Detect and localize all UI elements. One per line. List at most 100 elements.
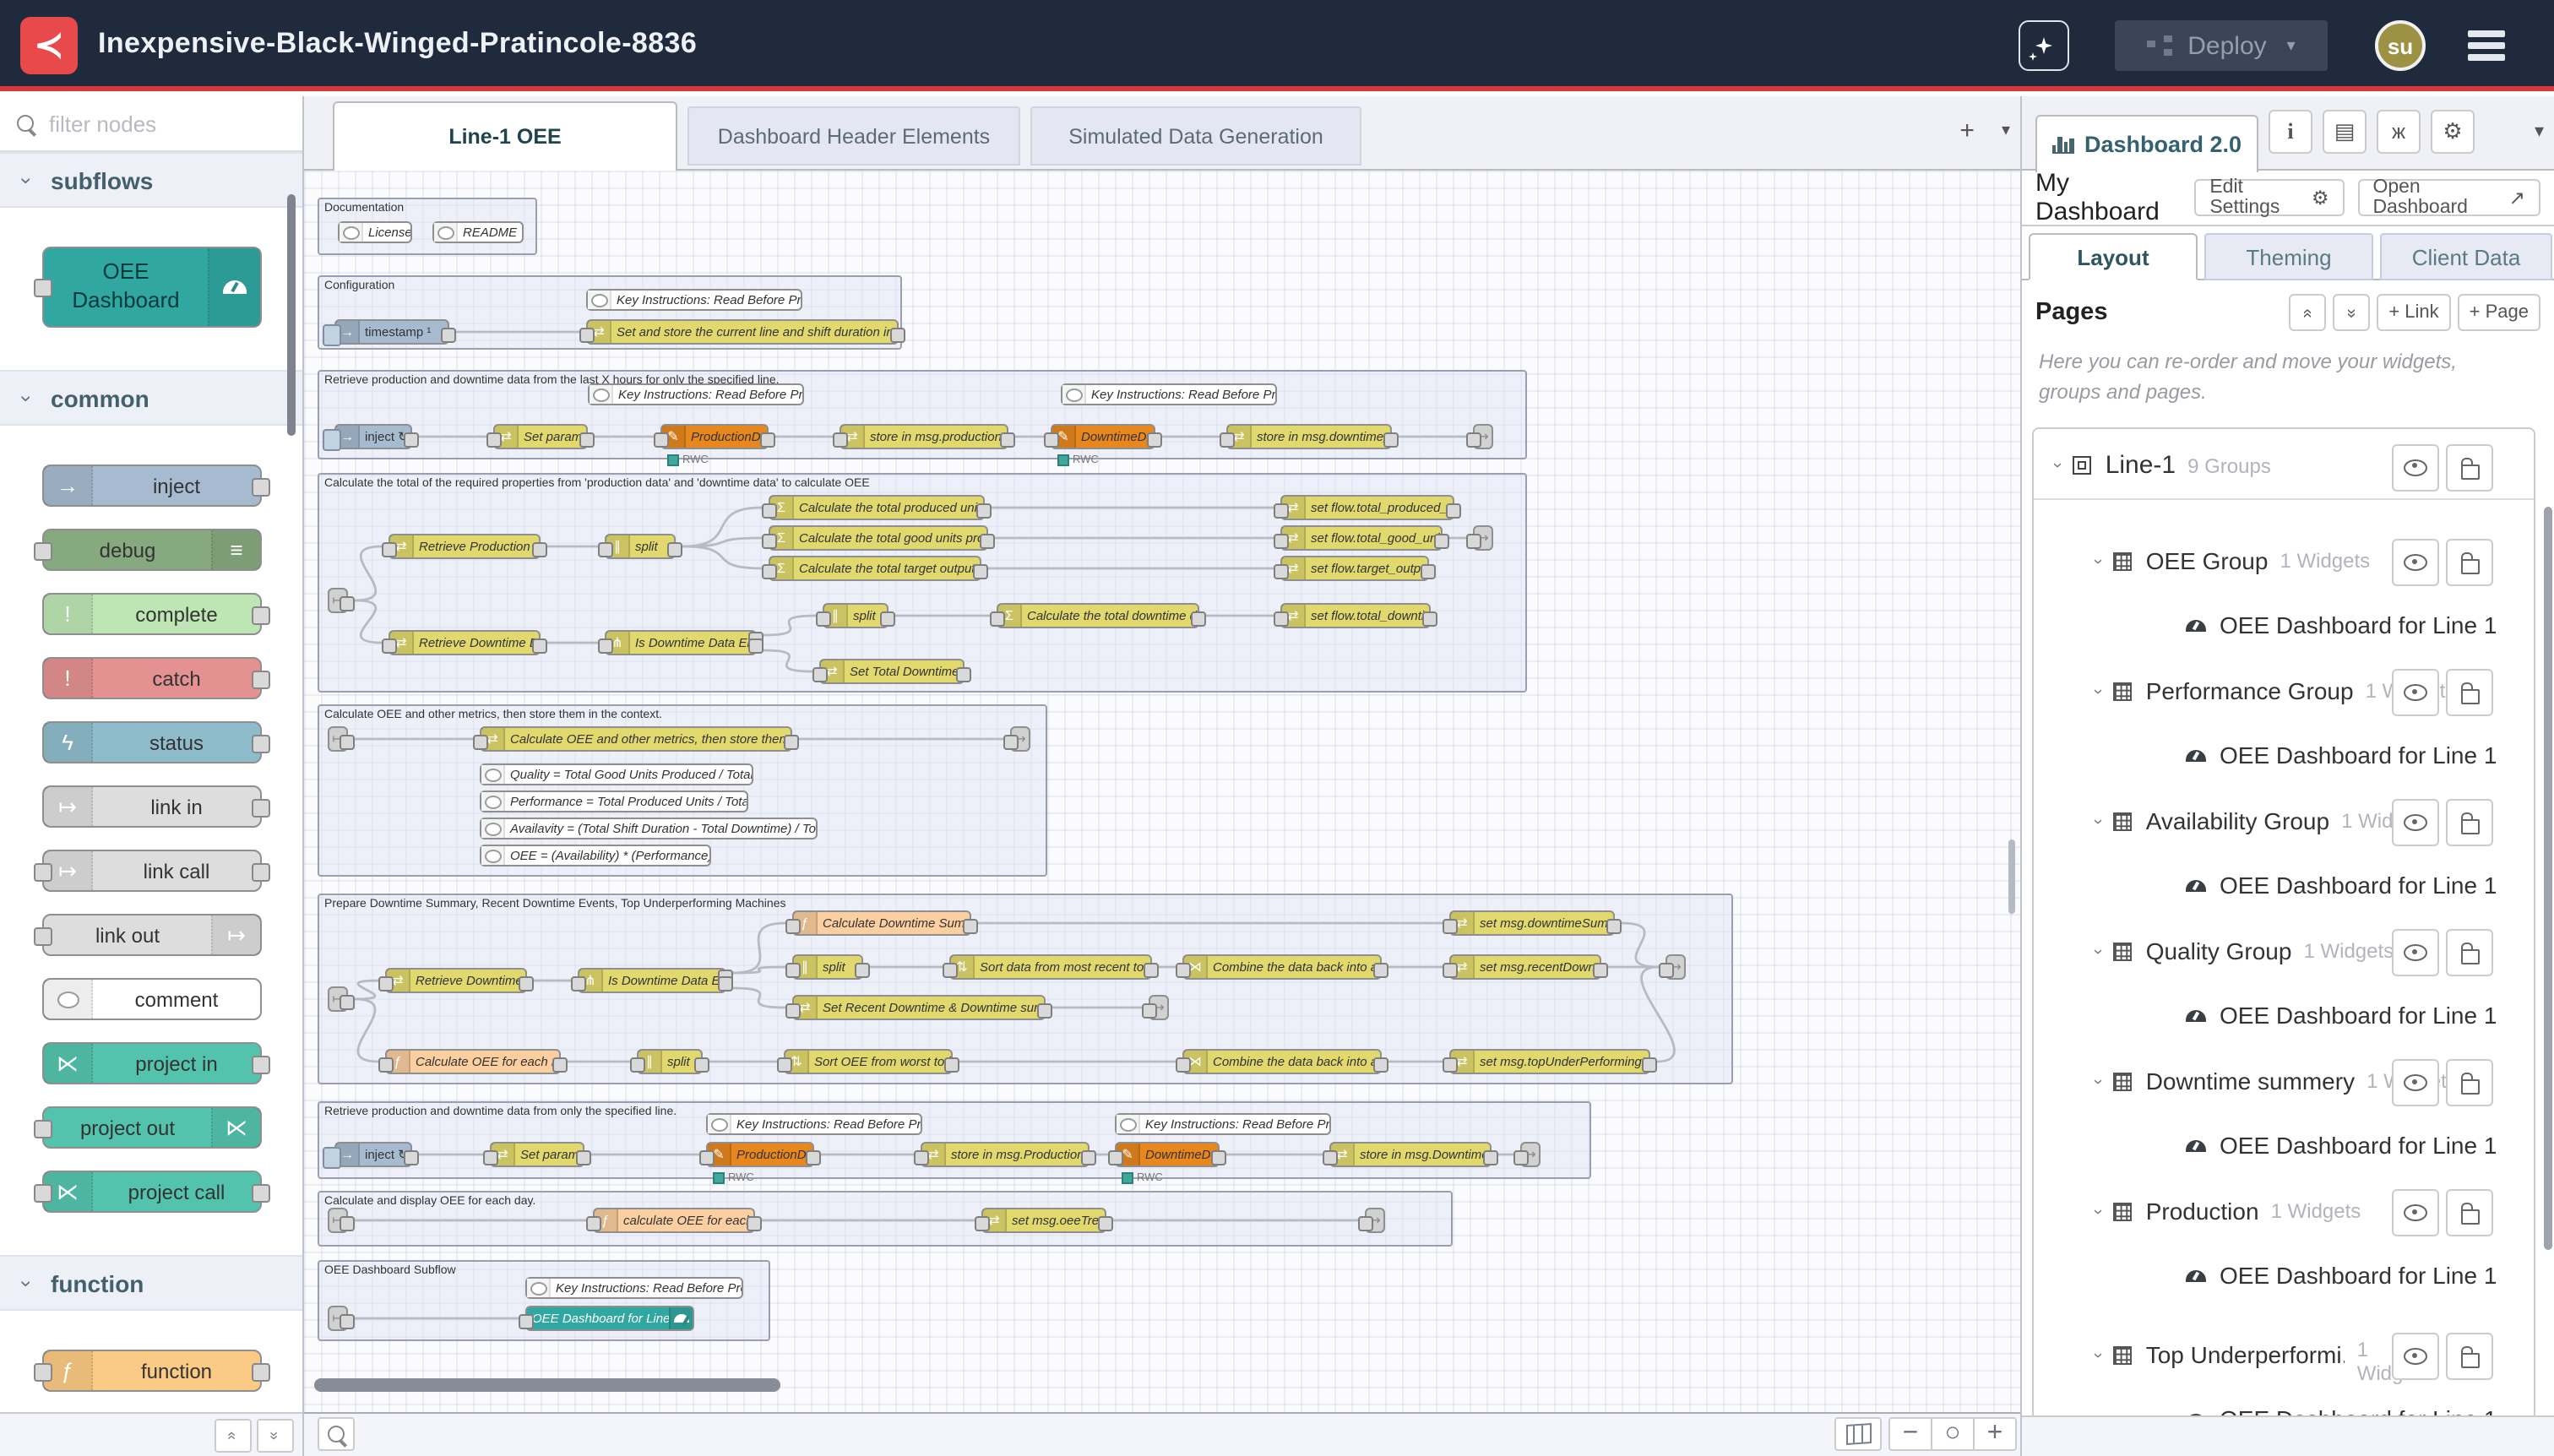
output-port[interactable]: [1373, 1057, 1388, 1072]
visibility-toggle-button[interactable]: [2392, 1059, 2439, 1106]
output-port[interactable]: [340, 994, 355, 1009]
node-port[interactable]: [252, 1362, 270, 1381]
tree-row-group[interactable]: ›OEE Group1 Widgets: [2034, 530, 2534, 591]
flow-node-switch[interactable]: ⋔Is Downtime Data Empty?: [578, 968, 726, 993]
input-port[interactable]: [1274, 533, 1289, 548]
palette-node-project-out[interactable]: project out⋉: [42, 1106, 262, 1149]
sidebar-options-caret-icon[interactable]: ▾: [2535, 120, 2544, 142]
flow-node-change[interactable]: ⇄store in msg.downtime_data: [1226, 424, 1392, 449]
flow-node-comment[interactable]: OEE = (Availability) * (Performance) * (…: [480, 845, 711, 867]
input-port[interactable]: [762, 563, 777, 579]
deploy-button[interactable]: Deploy ▾: [2115, 20, 2328, 71]
flow-node-funcy[interactable]: ΣCalculate the total downtime duration: [997, 603, 1199, 628]
palette-category-function[interactable]: ›function: [0, 1255, 304, 1311]
input-port[interactable]: [1108, 1149, 1123, 1165]
user-avatar[interactable]: su: [2375, 20, 2426, 71]
flow-group[interactable]: Retrieve production and downtime data fr…: [318, 1101, 1591, 1179]
input-port[interactable]: [598, 541, 613, 557]
output-port[interactable]: [1446, 503, 1461, 518]
input-port[interactable]: [785, 962, 801, 977]
palette-node-status[interactable]: ϟstatus: [42, 721, 262, 763]
flow-node-split[interactable]: ∥split: [605, 534, 676, 559]
canvas-vertical-scrollbar[interactable]: [2008, 839, 2015, 914]
output-port[interactable]: [973, 563, 988, 579]
input-port[interactable]: [1220, 432, 1235, 447]
input-port[interactable]: [1659, 962, 1674, 977]
input-port[interactable]: [1176, 1057, 1191, 1072]
zoom-in-button[interactable]: +: [1973, 1417, 2017, 1451]
input-port[interactable]: [1323, 1149, 1338, 1165]
palette-node-function[interactable]: ƒfunction: [42, 1350, 262, 1392]
debug-messages-button[interactable]: ж: [2377, 110, 2421, 154]
tree-row-group[interactable]: ›Production1 Widgets: [2034, 1181, 2534, 1241]
output-port[interactable]: [1642, 1057, 1657, 1072]
visibility-toggle-button[interactable]: [2392, 669, 2439, 716]
node-port[interactable]: [252, 606, 270, 624]
input-port[interactable]: [1466, 432, 1481, 447]
flow-tab-Dashboard-Header-Elements[interactable]: Dashboard Header Elements: [687, 106, 1020, 166]
output-port[interactable]: [1421, 563, 1436, 579]
visibility-toggle-button[interactable]: [2392, 1333, 2439, 1380]
flow-node-inject[interactable]: →inject ↻: [334, 1142, 412, 1167]
input-port[interactable]: [975, 1215, 990, 1231]
flow-node-linkout[interactable]: ↦: [1666, 954, 1686, 980]
lock-toggle-button[interactable]: [2446, 669, 2493, 716]
node-port[interactable]: [34, 926, 52, 945]
palette-category-common[interactable]: ›common: [0, 370, 304, 426]
tree-row-widget[interactable]: OEE Dashboard for Line 1: [2034, 725, 2534, 785]
input-port[interactable]: [812, 666, 828, 682]
lock-toggle-button[interactable]: [2446, 1333, 2493, 1380]
output-port[interactable]: [1037, 1002, 1052, 1018]
flow-node-comment[interactable]: Availavity = (Total Shift Duration - Tot…: [480, 818, 818, 839]
output-port[interactable]: [976, 503, 992, 518]
lock-toggle-button[interactable]: [2446, 1189, 2493, 1236]
output-port-2[interactable]: [718, 976, 733, 991]
output-port[interactable]: [441, 327, 456, 342]
output-port[interactable]: [1098, 1215, 1113, 1231]
input-port[interactable]: [378, 1057, 394, 1072]
input-port[interactable]: [1443, 918, 1458, 933]
output-port[interactable]: [519, 975, 534, 991]
flow-node-comment[interactable]: License: [338, 221, 412, 243]
output-port[interactable]: [340, 1215, 355, 1231]
input-port[interactable]: [943, 962, 958, 977]
flow-node-join[interactable]: ⋈Combine the data back into an array.: [1182, 1049, 1382, 1074]
node-port[interactable]: [34, 541, 52, 560]
tree-row-widget[interactable]: OEE Dashboard for Line 1: [2034, 1115, 2534, 1176]
input-port[interactable]: [1274, 503, 1289, 518]
input-port[interactable]: [1443, 962, 1458, 977]
sidebar-tab-Client-Data[interactable]: Client Data: [2380, 233, 2552, 280]
output-port[interactable]: [1383, 432, 1399, 447]
output-port[interactable]: [667, 541, 682, 557]
flow-node-linkout[interactable]: ↦: [1473, 525, 1493, 551]
palette-search[interactable]: [0, 96, 304, 152]
deploy-dropdown-caret-icon[interactable]: ▾: [2287, 36, 2296, 55]
node-port[interactable]: [34, 1183, 52, 1202]
visibility-toggle-button[interactable]: [2392, 799, 2439, 846]
add-flow-button[interactable]: +: [1959, 117, 1975, 145]
node-port[interactable]: [252, 670, 270, 688]
output-port[interactable]: [532, 541, 547, 557]
flow-group[interactable]: Calculate and display OEE for each day.: [318, 1191, 1453, 1247]
lock-toggle-button[interactable]: [2446, 539, 2493, 586]
node-port[interactable]: [34, 1119, 52, 1138]
flow-node-linkout[interactable]: ↦: [1473, 424, 1493, 449]
output-port[interactable]: [552, 1057, 568, 1072]
input-port[interactable]: [762, 503, 777, 518]
flow-node-funclo[interactable]: ƒcalculate OEE for each day: [593, 1208, 755, 1233]
output-port[interactable]: [1144, 962, 1159, 977]
flow-node-switch[interactable]: ⋔Is Downtime Data Empty?: [605, 630, 757, 655]
palette-node-link-in[interactable]: ↦link in: [42, 785, 262, 828]
input-port[interactable]: [586, 1215, 601, 1231]
flow-node-funcy[interactable]: ΣCalculate the total produced units toda…: [769, 495, 985, 520]
output-port[interactable]: [806, 1149, 821, 1165]
flow-node-dbfunc[interactable]: ✎ProductionData: [660, 424, 769, 449]
input-port[interactable]: [571, 975, 586, 991]
output-port[interactable]: [890, 327, 905, 342]
output-port[interactable]: [956, 666, 971, 682]
input-port[interactable]: [382, 638, 397, 653]
output-port[interactable]: [340, 734, 355, 749]
ai-assistant-button[interactable]: [2019, 20, 2069, 71]
palette-category-subflows[interactable]: ›subflows: [0, 152, 304, 208]
flow-node-change[interactable]: ⇄Set params: [490, 1142, 584, 1167]
